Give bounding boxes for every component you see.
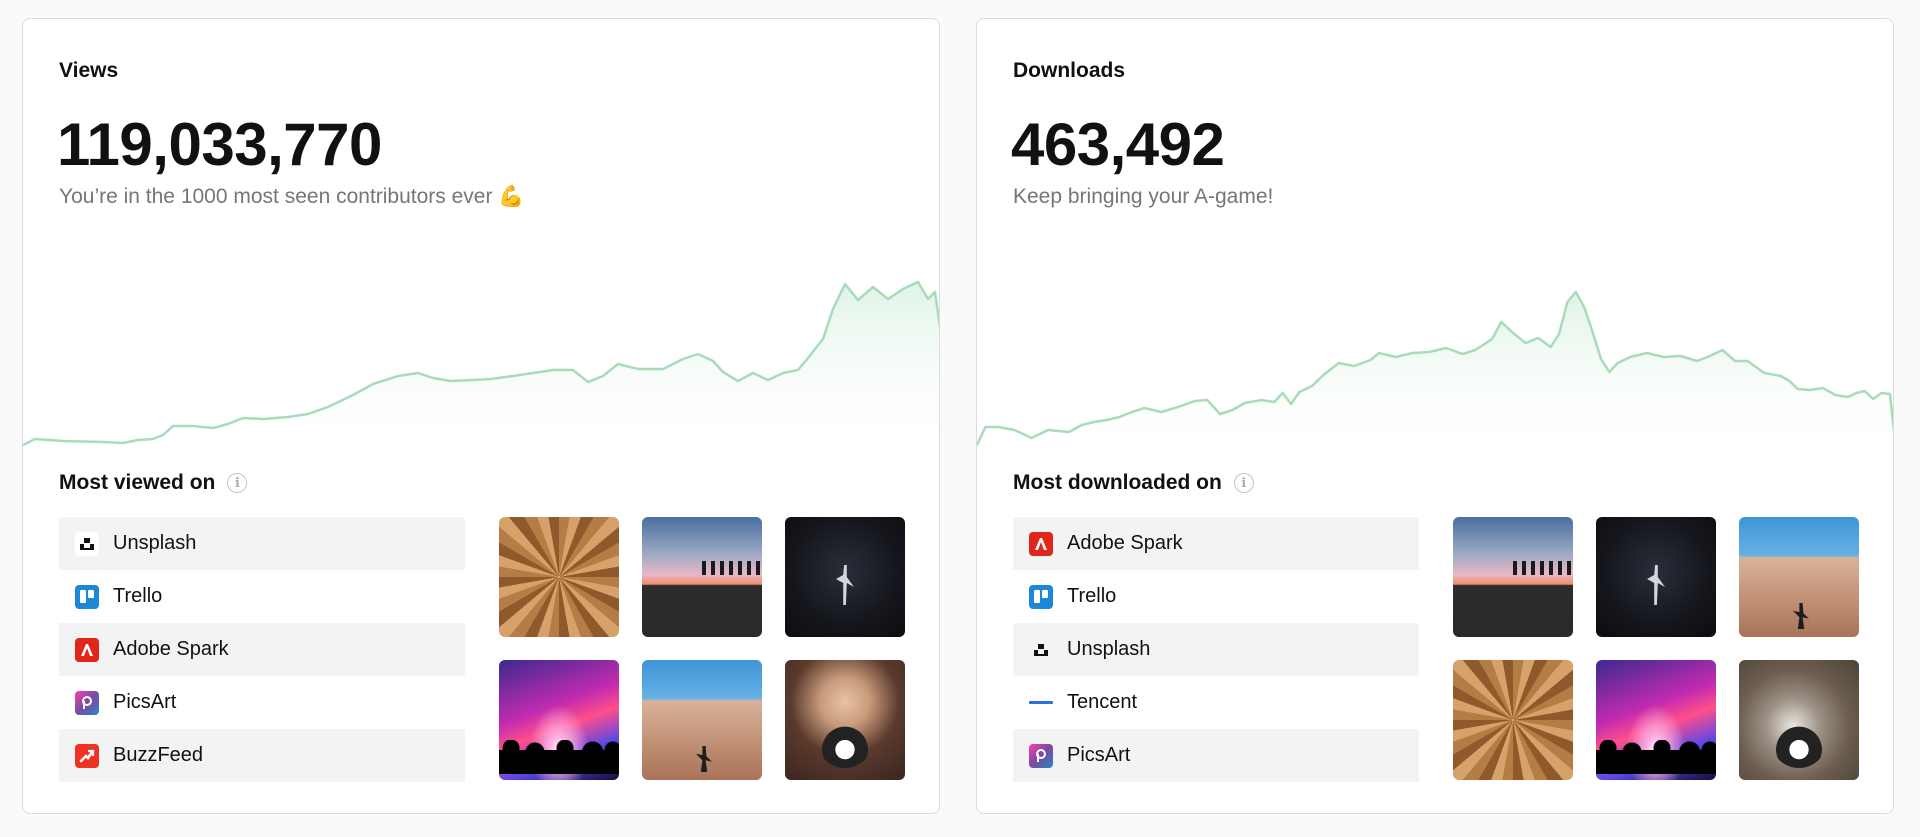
info-icon[interactable]: i bbox=[227, 473, 248, 493]
thumbnail-grid bbox=[499, 517, 905, 780]
trello-icon bbox=[75, 584, 99, 609]
platform-row-trello[interactable]: Trello bbox=[59, 570, 465, 623]
platform-name: Adobe Spark bbox=[1067, 532, 1183, 554]
thumbnail-grid bbox=[1453, 517, 1859, 780]
card-label: Views bbox=[59, 59, 119, 82]
platform-row-buzzfeed[interactable]: BuzzFeed bbox=[59, 729, 465, 782]
section-title-text: Most viewed on bbox=[59, 471, 216, 494]
silhouettes-shape bbox=[1513, 561, 1573, 575]
section-title: Most downloaded on i bbox=[1013, 471, 1254, 495]
puppy-shape bbox=[1773, 722, 1825, 768]
thumbnail-wood-ceiling[interactable] bbox=[1453, 660, 1573, 780]
platform-row-picsart[interactable]: PicsArt bbox=[59, 676, 465, 729]
platform-name: Unsplash bbox=[113, 532, 197, 554]
thumbnail-ballet-dancer[interactable] bbox=[1596, 517, 1716, 637]
info-icon[interactable]: i bbox=[1233, 473, 1254, 493]
thumbnail-desert-dunes[interactable] bbox=[1739, 517, 1859, 637]
platform-name: Adobe Spark bbox=[113, 638, 229, 660]
card-label: Downloads bbox=[1013, 59, 1126, 82]
dancer-shape bbox=[836, 565, 854, 605]
downloads-count: 463,492 bbox=[1011, 111, 1225, 178]
views-count: 119,033,770 bbox=[57, 111, 382, 178]
dancer-shape bbox=[1793, 603, 1809, 629]
thumbnail-desert-dunes[interactable] bbox=[642, 660, 762, 780]
dancer-shape bbox=[696, 746, 712, 772]
unsplash-icon bbox=[75, 531, 99, 556]
thumbnail-concert-lights[interactable] bbox=[499, 660, 619, 780]
silhouettes-shape bbox=[702, 561, 762, 575]
section-title: Most viewed on i bbox=[59, 471, 248, 495]
buzzfeed-icon bbox=[75, 743, 99, 768]
thumbnail-concert-lights[interactable] bbox=[1596, 660, 1716, 780]
platform-row-tencent[interactable]: Tencent bbox=[1013, 676, 1419, 729]
picsart-icon bbox=[75, 690, 99, 715]
thumbnail-ballet-dancer[interactable] bbox=[785, 517, 905, 637]
views-sparkline-area bbox=[23, 282, 939, 459]
section-title-text: Most downloaded on bbox=[1013, 471, 1222, 494]
platform-name: Unsplash bbox=[1067, 638, 1151, 660]
platform-row-trello[interactable]: Trello bbox=[1013, 570, 1419, 623]
platform-name: PicsArt bbox=[113, 691, 177, 713]
platform-name: Tencent bbox=[1067, 691, 1138, 713]
crowd-shape bbox=[1596, 740, 1716, 780]
thumbnail-sunset-silhouettes[interactable] bbox=[1453, 517, 1573, 637]
downloads-card: Downloads 463,492 Keep bringing your A-g… bbox=[976, 18, 1894, 814]
puppy-shape bbox=[819, 722, 871, 768]
downloads-sparkline-area bbox=[977, 292, 1893, 459]
adobe-spark-icon bbox=[1029, 531, 1053, 556]
platform-name: BuzzFeed bbox=[113, 744, 204, 766]
stats-cards: Views 119,033,770 You’re in the 1000 mos… bbox=[22, 18, 1894, 814]
picsart-icon bbox=[1029, 743, 1053, 768]
tencent-icon bbox=[1029, 691, 1053, 715]
thumbnail-wood-ceiling[interactable] bbox=[499, 517, 619, 637]
adobe-spark-icon bbox=[75, 637, 99, 662]
platform-row-picsart[interactable]: PicsArt bbox=[1013, 729, 1419, 782]
platform-row-adobe-spark[interactable]: Adobe Spark bbox=[59, 623, 465, 676]
dancer-shape bbox=[1647, 565, 1665, 605]
platform-list: Adobe Spark Trello Unsplash Tencent Pics… bbox=[1013, 517, 1419, 782]
platform-name: PicsArt bbox=[1067, 744, 1131, 766]
downloads-sparkline bbox=[977, 249, 1893, 459]
views-sparkline bbox=[23, 280, 939, 459]
thumbnail-sunset-silhouettes[interactable] bbox=[642, 517, 762, 637]
views-card: Views 119,033,770 You’re in the 1000 mos… bbox=[22, 18, 940, 814]
thumbnail-puppy[interactable] bbox=[1739, 660, 1859, 780]
platform-list: Unsplash Trello Adobe Spark PicsArt Buzz… bbox=[59, 517, 465, 782]
card-subtitle: Keep bringing your A-game! bbox=[1013, 185, 1274, 208]
trello-icon bbox=[1029, 584, 1053, 609]
thumbnail-girl-with-puppy[interactable] bbox=[785, 660, 905, 780]
platform-name: Trello bbox=[1067, 585, 1117, 607]
unsplash-icon bbox=[1029, 638, 1053, 662]
platform-row-adobe-spark[interactable]: Adobe Spark bbox=[1013, 517, 1419, 570]
platform-name: Trello bbox=[113, 585, 163, 607]
platform-row-unsplash[interactable]: Unsplash bbox=[59, 517, 465, 570]
card-subtitle: You’re in the 1000 most seen contributor… bbox=[59, 185, 525, 208]
platform-row-unsplash[interactable]: Unsplash bbox=[1013, 623, 1419, 676]
crowd-shape bbox=[499, 740, 619, 780]
